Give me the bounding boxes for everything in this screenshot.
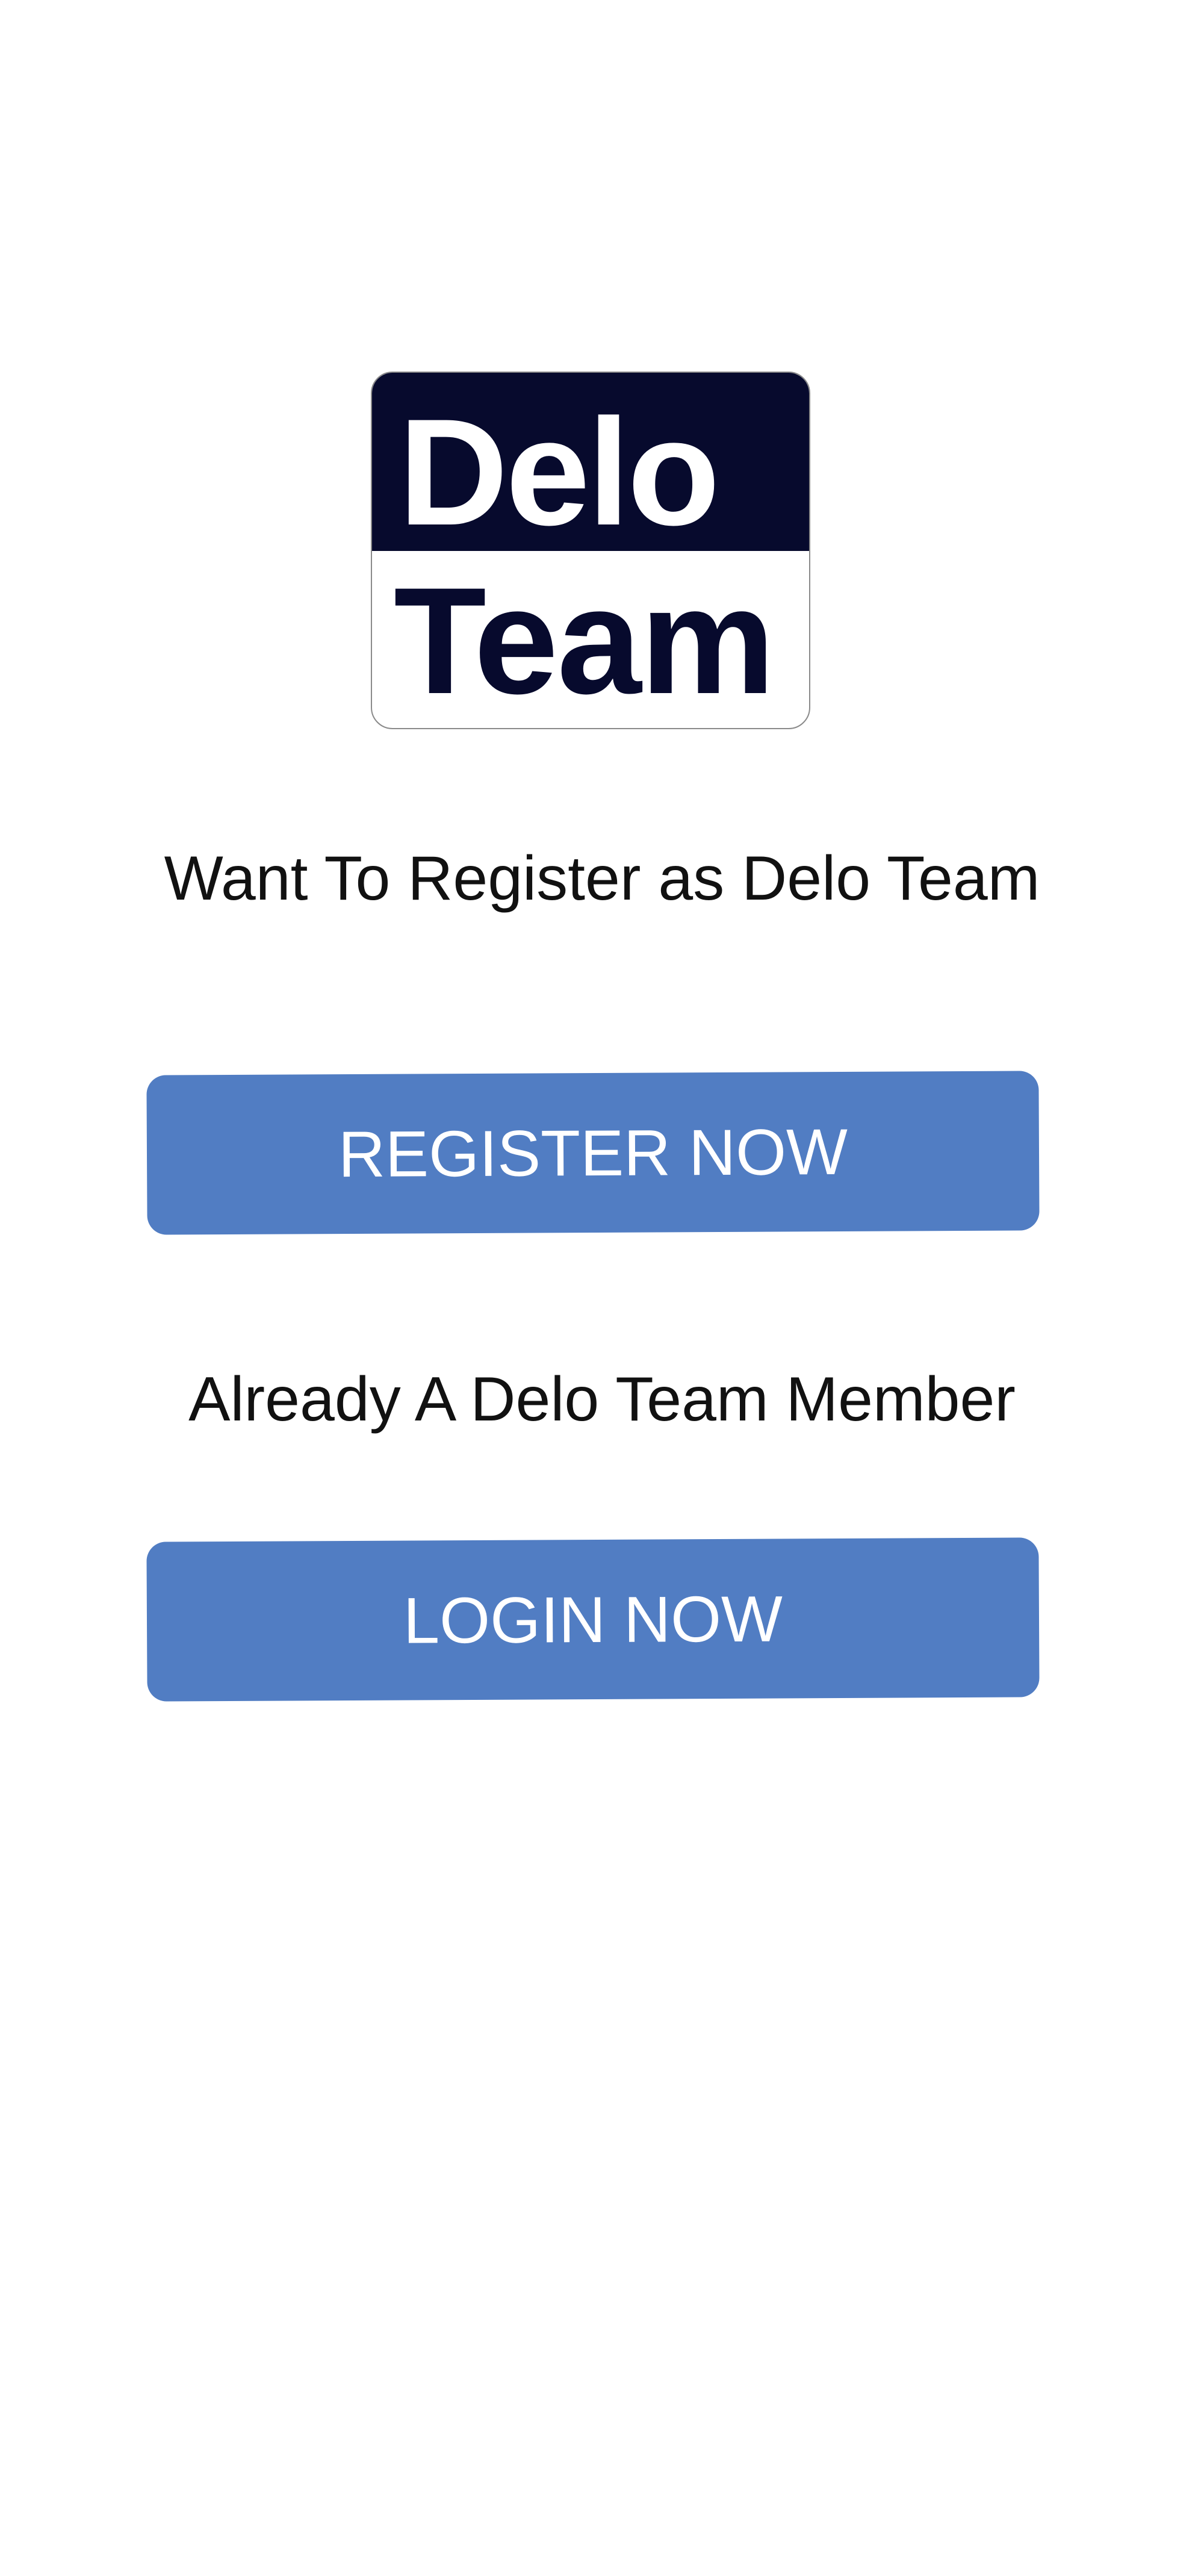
logo-word-delo: Delo — [399, 388, 720, 557]
app-screen: { "logo": { "word_top": "Delo", "word_bo… — [0, 0, 1204, 2576]
register-prompt: Want To Register as Delo Team — [164, 844, 1040, 913]
login-prompt: Already A Delo Team Member — [188, 1364, 1016, 1434]
register-now-button[interactable]: REGISTER NOW — [146, 1071, 1040, 1235]
login-now-button[interactable]: LOGIN NOW — [146, 1537, 1040, 1702]
delo-team-logo: Delo Team — [371, 372, 810, 729]
logo-word-team: Team — [394, 556, 775, 726]
